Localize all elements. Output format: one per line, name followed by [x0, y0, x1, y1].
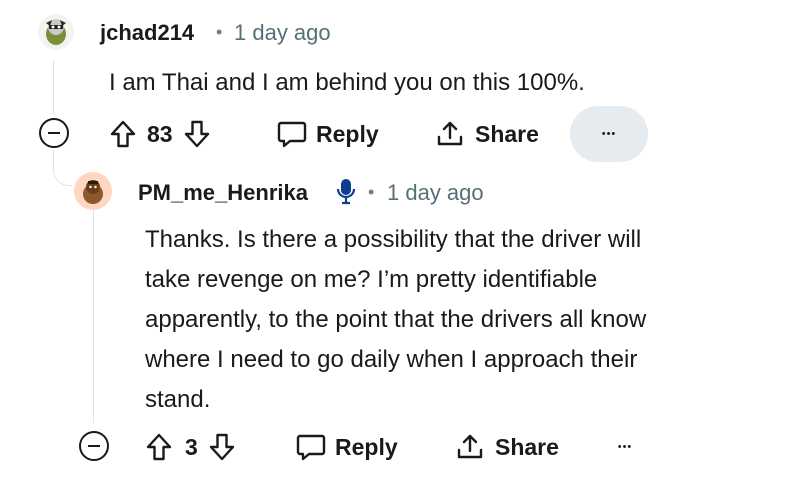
timestamp[interactable]: 1 day ago — [234, 20, 331, 46]
separator: • — [368, 182, 375, 202]
collapse-button[interactable] — [39, 118, 69, 148]
username[interactable]: jchad214 — [100, 20, 194, 46]
separator: • — [216, 22, 223, 42]
reply-label: Reply — [316, 120, 379, 147]
thread-line — [93, 208, 94, 423]
downvote-icon[interactable] — [183, 119, 211, 149]
collapse-button[interactable] — [79, 431, 109, 461]
comment-line: Thanks. Is there a possibility that the … — [145, 226, 642, 253]
downvote-icon[interactable] — [208, 432, 236, 462]
vote-count: 83 — [147, 120, 173, 147]
comment-line: apparently, to the point that the driver… — [145, 306, 647, 333]
reply-button[interactable]: Reply — [295, 431, 398, 463]
comment-line: take revenge on me? I’m pretty identifia… — [145, 266, 598, 293]
avatar[interactable] — [74, 172, 112, 210]
share-label: Share — [475, 120, 539, 147]
collapse-icon — [88, 445, 100, 447]
microphone-icon — [335, 176, 357, 211]
comment-line: where I need to go daily when I approach… — [145, 346, 638, 373]
thread-branch — [53, 155, 72, 186]
upvote-icon[interactable] — [109, 119, 137, 149]
share-label: Share — [495, 433, 559, 460]
more-icon: ••• — [601, 128, 617, 140]
share-icon — [455, 432, 485, 462]
reply-icon — [295, 432, 327, 462]
timestamp[interactable]: 1 day ago — [387, 180, 484, 206]
more-options-button[interactable]: ••• — [600, 431, 650, 463]
collapse-icon — [48, 132, 60, 134]
comment-text: Thanks. Is there a possibility that the … — [145, 220, 646, 420]
username[interactable]: PM_me_Henrika — [138, 180, 308, 206]
share-button[interactable]: Share — [435, 118, 539, 150]
reply-label: Reply — [335, 433, 398, 460]
vote-group: 3 — [145, 431, 236, 463]
vote-group: 83 — [109, 118, 211, 150]
vote-count: 3 — [185, 433, 198, 460]
reply-icon — [276, 119, 308, 149]
comment-line: stand. — [145, 386, 211, 413]
share-button[interactable]: Share — [455, 431, 559, 463]
more-options-button[interactable]: ••• — [570, 106, 648, 162]
avatar[interactable] — [38, 14, 74, 50]
thread-line — [53, 60, 54, 115]
reply-button[interactable]: Reply — [276, 118, 379, 150]
more-icon: ••• — [617, 441, 633, 453]
upvote-icon[interactable] — [145, 432, 173, 462]
share-icon — [435, 119, 465, 149]
comment-text: I am Thai and I am behind you on this 10… — [109, 69, 585, 96]
